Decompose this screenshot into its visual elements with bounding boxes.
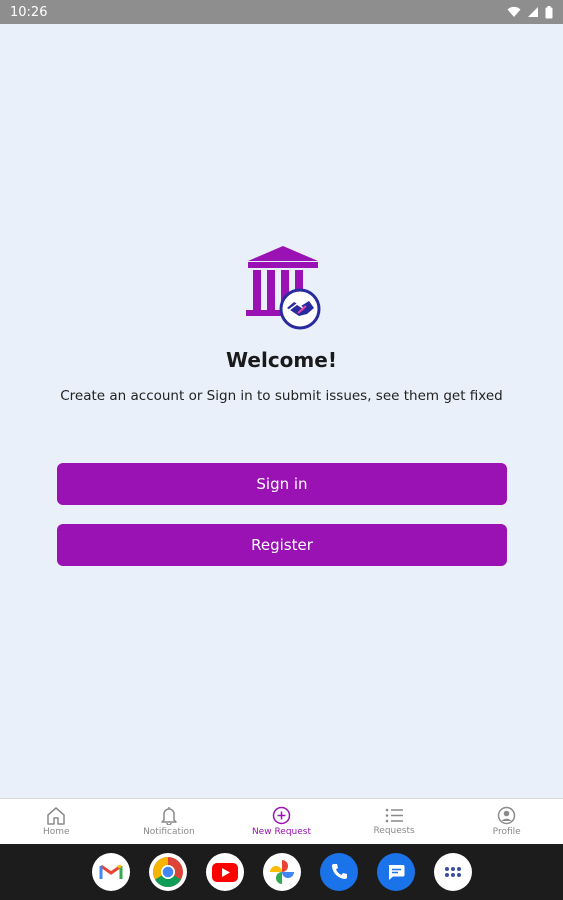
photos-icon[interactable] xyxy=(262,853,301,891)
youtube-icon[interactable] xyxy=(205,853,244,891)
phone-icon[interactable] xyxy=(319,853,358,891)
nav-item-new-request-label: New Request xyxy=(251,827,312,837)
nav-item-profile-label: Profile xyxy=(492,827,521,837)
status-time: 10:26 xyxy=(10,4,48,20)
nav-item-requests-label: Requests xyxy=(373,826,415,836)
chrome-icon[interactable] xyxy=(148,853,187,891)
register-button[interactable]: Register xyxy=(57,524,507,566)
list-icon xyxy=(385,808,403,823)
status-icons xyxy=(507,5,553,19)
nav-item-home[interactable]: Home xyxy=(0,799,113,844)
welcome-subtitle: Create an account or Sign in to submit i… xyxy=(60,388,503,404)
nav-item-requests[interactable]: Requests xyxy=(338,799,451,844)
bell-icon xyxy=(161,807,177,825)
messages-icon[interactable] xyxy=(376,853,415,891)
home-icon xyxy=(47,807,66,825)
signal-icon xyxy=(528,7,538,17)
bottom-navigation: Home Notification New Request Requests P… xyxy=(0,798,563,844)
nav-item-notification[interactable]: Notification xyxy=(113,799,226,844)
sign-in-button[interactable]: Sign in xyxy=(57,463,507,505)
status-bar: 10:26 xyxy=(0,0,563,24)
profile-icon xyxy=(497,806,516,825)
wifi-icon xyxy=(507,6,521,17)
nav-item-profile[interactable]: Profile xyxy=(450,799,563,844)
app-drawer-icon[interactable] xyxy=(433,853,472,891)
nav-item-notification-label: Notification xyxy=(143,827,195,837)
welcome-screen: Welcome! Create an account or Sign in to… xyxy=(0,24,563,798)
add-circle-icon xyxy=(272,806,291,825)
battery-icon xyxy=(545,5,553,18)
government-handshake-logo-icon xyxy=(246,246,321,330)
nav-item-home-label: Home xyxy=(43,827,70,837)
nav-item-new-request[interactable]: New Request xyxy=(225,799,338,844)
welcome-title: Welcome! xyxy=(226,348,337,372)
gmail-icon[interactable] xyxy=(91,853,130,891)
android-dock xyxy=(0,844,563,900)
